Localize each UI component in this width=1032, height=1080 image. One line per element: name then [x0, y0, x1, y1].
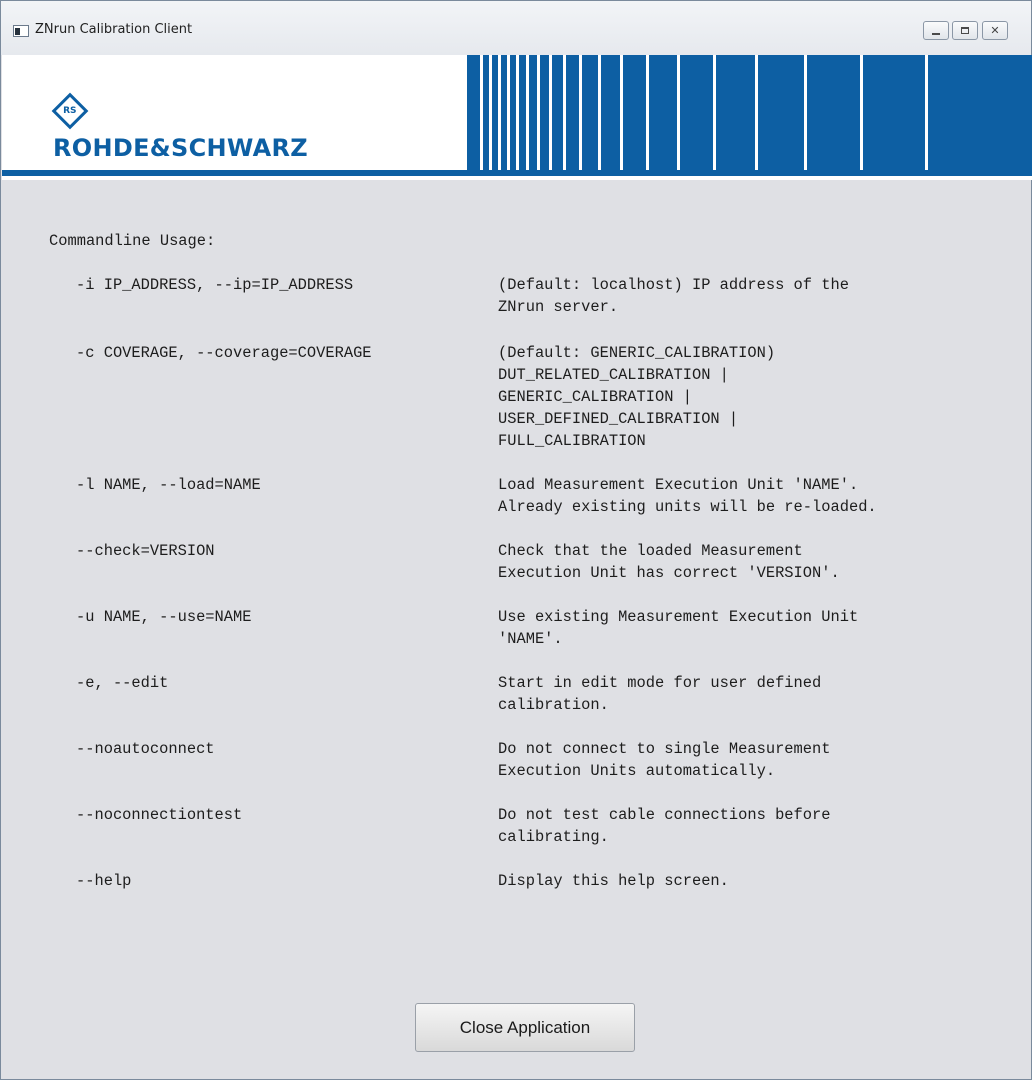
option-flag: -c COVERAGE, --coverage=COVERAGE	[76, 344, 372, 362]
help-heading: Commandline Usage:	[49, 232, 216, 250]
option-description: Load Measurement Execution Unit 'NAME'. …	[498, 476, 877, 516]
option-flag: --check=VERSION	[76, 542, 215, 560]
option-flag: --noautoconnect	[76, 740, 215, 758]
option-description: Do not connect to single Measurement Exe…	[498, 740, 831, 780]
close-window-button[interactable]: ✕	[982, 21, 1008, 40]
minimize-button[interactable]	[923, 21, 949, 40]
option-description: Use existing Measurement Execution Unit …	[498, 608, 859, 648]
close-application-button[interactable]: Close Application	[415, 1003, 635, 1052]
app-icon	[13, 25, 29, 37]
maximize-button[interactable]	[952, 21, 978, 40]
close-icon: ✕	[990, 25, 1000, 37]
option-description: (Default: localhost) IP address of the Z…	[498, 276, 849, 316]
window-title: ZNrun Calibration Client	[35, 22, 193, 37]
option-description: Start in edit mode for user defined cali…	[498, 674, 822, 714]
option-flag: -u NAME, --use=NAME	[76, 608, 252, 626]
app-window: ZNrun Calibration Client ✕ RS ROHDE&SCHW…	[0, 0, 1032, 1080]
title-bar[interactable]: ZNrun Calibration Client ✕	[1, 1, 1031, 55]
option-flag: -e, --edit	[76, 674, 169, 692]
option-flag: -i IP_ADDRESS, --ip=IP_ADDRESS	[76, 276, 354, 294]
option-description: Check that the loaded Measurement Execut…	[498, 542, 840, 582]
option-description: Display this help screen.	[498, 872, 729, 890]
maximize-icon	[961, 27, 969, 34]
banner-underline	[2, 170, 1032, 176]
banner-stripes	[467, 55, 1032, 170]
option-flag: --help	[76, 872, 132, 890]
option-description: Do not test cable connections before cal…	[498, 806, 831, 846]
minimize-icon	[932, 32, 940, 35]
option-description: (Default: GENERIC_CALIBRATION) DUT_RELAT…	[498, 344, 776, 450]
option-flag: --noconnectiontest	[76, 806, 243, 824]
brand-logo-text: ROHDE&SCHWARZ	[53, 134, 308, 162]
option-flag: -l NAME, --load=NAME	[76, 476, 261, 494]
